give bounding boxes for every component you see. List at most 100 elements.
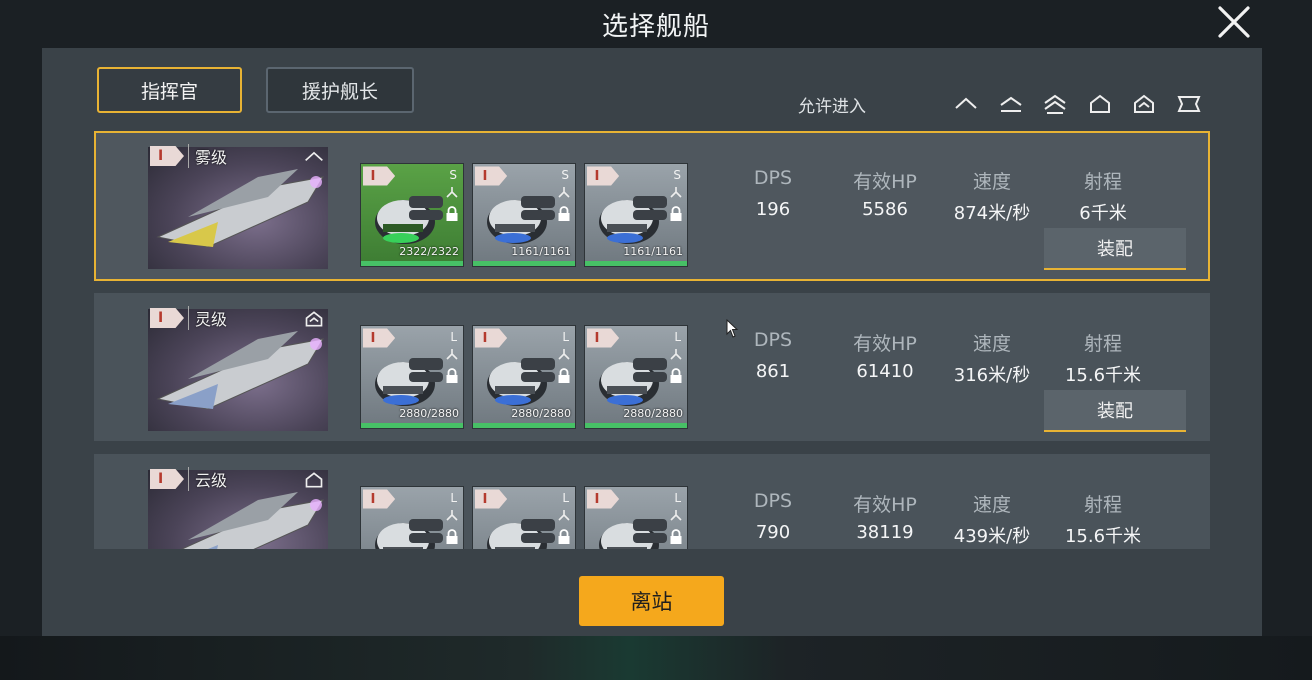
stat-header-dps: DPS — [753, 167, 793, 189]
house-chevron-icon[interactable] — [1131, 92, 1157, 116]
banner-icon[interactable] — [1176, 92, 1202, 116]
weapon-slot[interactable]: I S 2322/2322 — [360, 163, 464, 267]
equip-button[interactable]: 装配 — [1044, 228, 1186, 270]
lock-icon — [670, 206, 682, 221]
ship-name: 雾级 — [188, 144, 227, 168]
tier-badge: I — [150, 308, 184, 328]
weapon-size: S — [449, 168, 457, 182]
crew-icon — [446, 349, 458, 360]
stat-header-speed: 速度 — [972, 171, 1011, 193]
stat-value-hp: 61410 — [856, 361, 914, 382]
weapon-slot[interactable]: I L 2880/2880 — [472, 325, 576, 429]
weapon-size: S — [673, 168, 681, 182]
weapon-turret-icon — [599, 196, 667, 244]
tier-badge: I — [150, 146, 184, 166]
weapon-hp: 1161/1161 — [623, 245, 683, 258]
stat-header-hp: 有效HP — [853, 171, 917, 193]
chevron-2-icon[interactable] — [1042, 92, 1068, 116]
close-icon[interactable] — [1214, 2, 1254, 42]
mouse-cursor-icon — [726, 319, 739, 338]
crew-icon — [446, 510, 458, 521]
stat-value-hp: 5586 — [862, 199, 908, 220]
crew-icon — [558, 510, 570, 521]
weapon-size: L — [562, 330, 569, 344]
stat-value-range: 6千米 — [1079, 203, 1127, 224]
depart-button[interactable]: 离站 — [579, 576, 724, 626]
stat-value-speed: 439米/秒 — [953, 526, 1031, 547]
page-title: 选择舰船 — [601, 12, 710, 42]
allow-entry-label: 允许进入 — [798, 97, 866, 117]
tab-escort-captain[interactable]: 援护舰长 — [266, 67, 414, 113]
house-chevron-icon — [305, 311, 323, 327]
weapon-turret-icon — [487, 358, 555, 406]
chevron-1-bar-icon[interactable] — [998, 92, 1024, 116]
ship-name: 灵级 — [188, 306, 227, 330]
lock-icon — [558, 529, 570, 544]
lock-icon — [446, 206, 458, 221]
crew-icon — [558, 349, 570, 360]
weapon-slot[interactable]: I L 2880/2880 — [360, 325, 464, 429]
weapon-hp-bar — [361, 423, 463, 428]
stat-value-range: 15.6千米 — [1064, 365, 1142, 386]
weapon-size: S — [561, 168, 569, 182]
stat-value-speed: 316米/秒 — [953, 365, 1031, 386]
weapon-size: L — [450, 491, 457, 505]
weapon-hp: 2880/2880 — [511, 407, 571, 420]
stat-header-range: 射程 — [1083, 494, 1122, 516]
weapon-turret-icon — [599, 519, 667, 549]
tab-commander[interactable]: 指挥官 — [97, 67, 242, 113]
weapon-hp-bar — [585, 261, 687, 266]
crew-icon — [670, 187, 682, 198]
stat-value-dps: 196 — [755, 199, 791, 220]
weapon-hp-bar — [473, 261, 575, 266]
house-icon — [305, 472, 323, 488]
background-strip — [0, 636, 1312, 680]
weapon-turret-icon — [375, 196, 443, 244]
stat-header-range: 射程 — [1083, 333, 1122, 355]
ship-row[interactable]: I 灵级 I L 2880/2880 I L 2880/2880 I L 2880/2880 DPS 8… — [94, 293, 1210, 441]
weapon-turret-icon — [487, 519, 555, 549]
weapon-slot[interactable]: I S 1161/1161 — [472, 163, 576, 267]
weapon-hp-bar — [473, 423, 575, 428]
weapon-hp-bar — [361, 261, 463, 266]
weapon-slot[interactable]: I L 2880/2880 — [584, 325, 688, 429]
crew-icon — [446, 187, 458, 198]
ship-list[interactable]: I 雾级 I S 2322/2322 I S 1161/1161 I S 1161/1161 DPS 1… — [94, 131, 1212, 549]
crew-icon — [670, 349, 682, 360]
weapon-slot[interactable]: I S 1161/1161 — [584, 163, 688, 267]
equip-button[interactable]: 装配 — [1044, 390, 1186, 432]
weapon-size: L — [450, 330, 457, 344]
stat-value-hp: 38119 — [856, 522, 914, 543]
lock-icon — [446, 368, 458, 383]
lock-icon — [558, 206, 570, 221]
lock-icon — [558, 368, 570, 383]
stat-value-dps: 790 — [755, 522, 791, 543]
weapon-turret-icon — [599, 358, 667, 406]
ship-row[interactable]: I 雾级 I S 2322/2322 I S 1161/1161 I S 1161/1161 DPS 1… — [94, 131, 1210, 281]
weapon-turret-icon — [375, 358, 443, 406]
stat-header-speed: 速度 — [972, 333, 1011, 355]
weapon-turret-icon — [375, 519, 443, 549]
weapon-size: L — [562, 491, 569, 505]
chevron-1-icon[interactable] — [953, 92, 979, 116]
house-icon[interactable] — [1087, 92, 1113, 116]
weapon-hp: 2322/2322 — [399, 245, 459, 258]
weapon-size: L — [674, 330, 681, 344]
stat-header-hp: 有效HP — [853, 494, 917, 516]
weapon-hp-bar — [585, 423, 687, 428]
weapon-slot[interactable]: IL — [472, 486, 576, 549]
stat-header-range: 射程 — [1083, 171, 1122, 193]
lock-icon — [670, 529, 682, 544]
ship-row[interactable]: I 云级 I L I L I L DPS 790 有效HP 38119 速度 439米/秒 射程 15.6千米 — [94, 454, 1210, 549]
stat-header-dps: DPS — [753, 490, 793, 512]
lock-icon — [446, 529, 458, 544]
weapon-hp: 2880/2880 — [399, 407, 459, 420]
lock-icon — [670, 368, 682, 383]
weapon-turret-icon — [487, 196, 555, 244]
weapon-slot[interactable]: IL — [584, 486, 688, 549]
stat-value-dps: 861 — [755, 361, 791, 382]
weapon-slot[interactable]: IL — [360, 486, 464, 549]
ship-name: 云级 — [188, 467, 227, 491]
weapon-hp: 1161/1161 — [511, 245, 571, 258]
chevron-1-icon — [305, 151, 323, 161]
